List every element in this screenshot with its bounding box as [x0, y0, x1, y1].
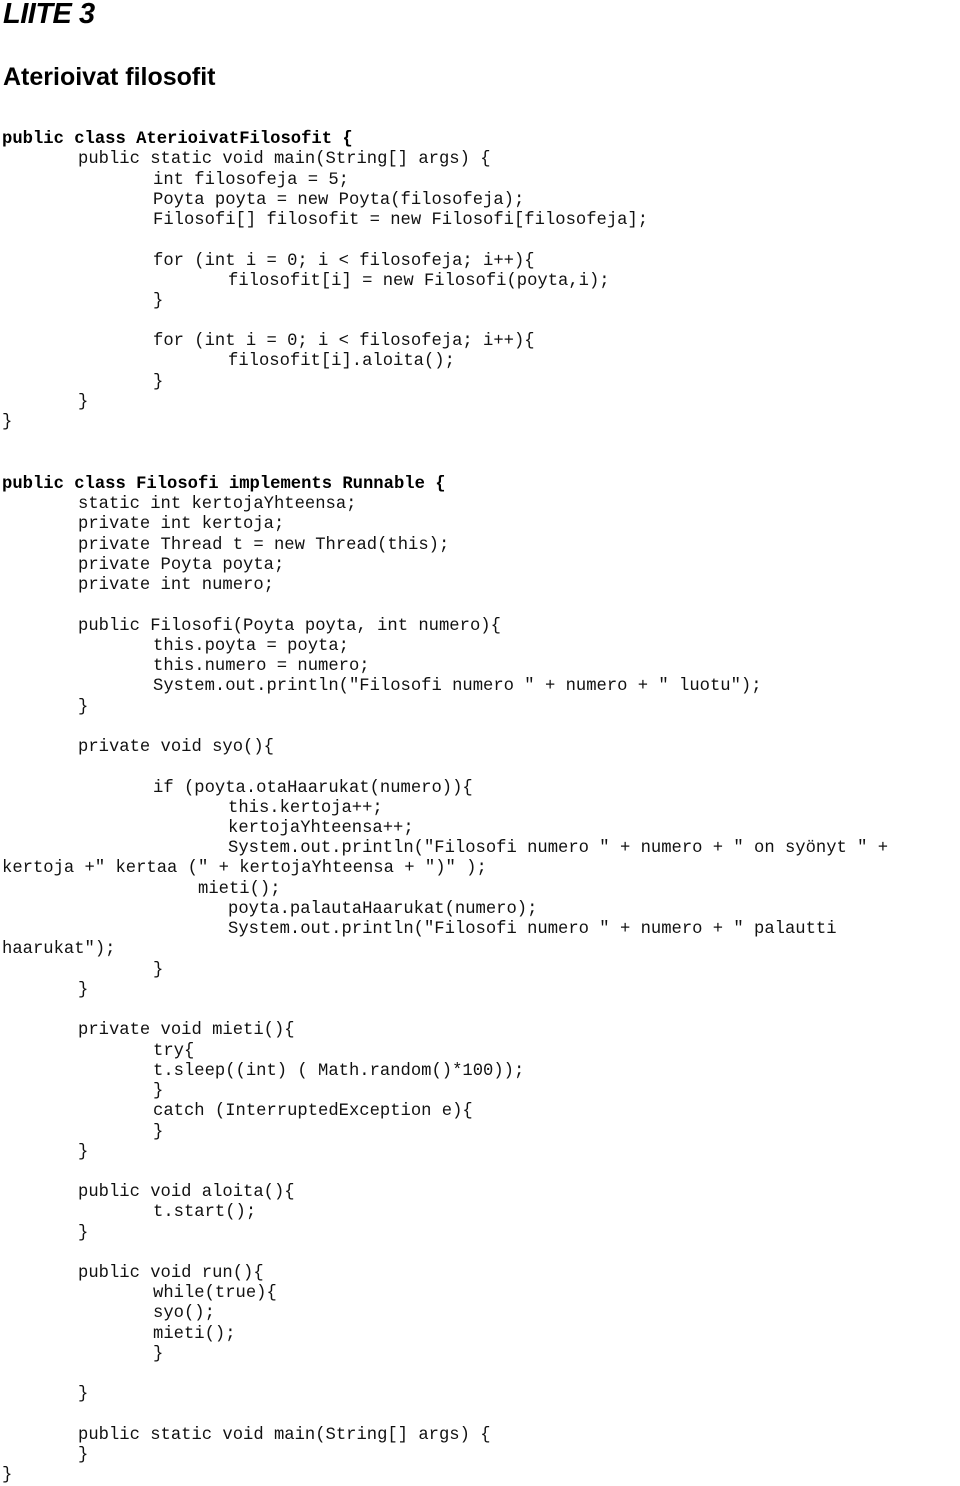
- code-line: Filosofi[] filosofit = new Filosofi[filo…: [153, 211, 649, 230]
- code-line: for (int i = 0; i < filosofeja; i++){: [153, 332, 535, 351]
- code-line: }: [153, 1082, 164, 1101]
- code-line: public static void main(String[] args) {: [78, 1426, 491, 1445]
- code-line: }: [78, 1385, 89, 1404]
- code-line: System.out.println("Filosofi numero " + …: [153, 677, 762, 696]
- code-line: private void syo(){: [78, 738, 274, 757]
- code-line: }: [78, 393, 89, 412]
- code-line: private void mieti(){: [78, 1021, 295, 1040]
- code-line: }: [78, 981, 89, 1000]
- code-line: t.start();: [153, 1203, 257, 1222]
- code-line: }: [153, 292, 164, 311]
- code-line: public Filosofi(Poyta poyta, int numero)…: [78, 617, 501, 636]
- code-line: public class Filosofi implements Runnabl…: [2, 475, 446, 494]
- code-line: }: [153, 1345, 164, 1364]
- code-line: poyta.palautaHaarukat(numero);: [228, 900, 538, 919]
- code-line: mieti();: [198, 880, 281, 899]
- code-line: this.poyta = poyta;: [153, 637, 349, 656]
- code-line: private Poyta poyta;: [78, 556, 285, 575]
- code-line: private Thread t = new Thread(this);: [78, 536, 450, 555]
- code-line: }: [2, 413, 13, 432]
- code-line: try{: [153, 1042, 195, 1061]
- code-line: }: [153, 961, 164, 980]
- code-line: }: [153, 1123, 164, 1142]
- code-line: System.out.println("Filosofi numero " + …: [228, 920, 837, 939]
- code-line: int filosofeja = 5;: [153, 171, 349, 190]
- code-line: filosofit[i] = new Filosofi(poyta,i);: [228, 272, 610, 291]
- code-line: private int numero;: [78, 576, 274, 595]
- code-line: catch (InterruptedException e){: [153, 1102, 473, 1121]
- code-line: public void aloita(){: [78, 1183, 295, 1202]
- code-line: this.numero = numero;: [153, 657, 370, 676]
- code-line: public static void main(String[] args) {: [78, 150, 491, 169]
- code-line: kertojaYhteensa++;: [228, 819, 414, 838]
- code-line: }: [78, 1446, 89, 1465]
- code-line: if (poyta.otaHaarukat(numero)){: [153, 779, 473, 798]
- code-line: private int kertoja;: [78, 515, 285, 534]
- code-line: while(true){: [153, 1284, 277, 1303]
- code-line: for (int i = 0; i < filosofeja; i++){: [153, 252, 535, 271]
- code-line: kertoja +" kertaa (" + kertojaYhteensa +…: [2, 859, 487, 878]
- code-line: mieti();: [153, 1325, 236, 1344]
- code-line: public class AterioivatFilosofit {: [2, 130, 353, 149]
- code-line: System.out.println("Filosofi numero " + …: [228, 839, 889, 858]
- code-line: }: [78, 1224, 89, 1243]
- code-line: }: [78, 698, 89, 717]
- code-line: t.sleep((int) ( Math.random()*100));: [153, 1062, 525, 1081]
- code-line: Poyta poyta = new Poyta(filosofeja);: [153, 191, 525, 210]
- code-listing: public class AterioivatFilosofit { publi…: [0, 0, 960, 1485]
- code-line: }: [2, 1466, 13, 1485]
- code-line: filosofit[i].aloita();: [228, 352, 455, 371]
- code-line: syo();: [153, 1304, 215, 1323]
- code-line: }: [78, 1143, 89, 1162]
- code-line: public void run(){: [78, 1264, 264, 1283]
- code-line: haarukat");: [2, 940, 116, 959]
- code-line: }: [153, 373, 164, 392]
- code-line: this.kertoja++;: [228, 799, 383, 818]
- code-line: static int kertojaYhteensa;: [78, 495, 357, 514]
